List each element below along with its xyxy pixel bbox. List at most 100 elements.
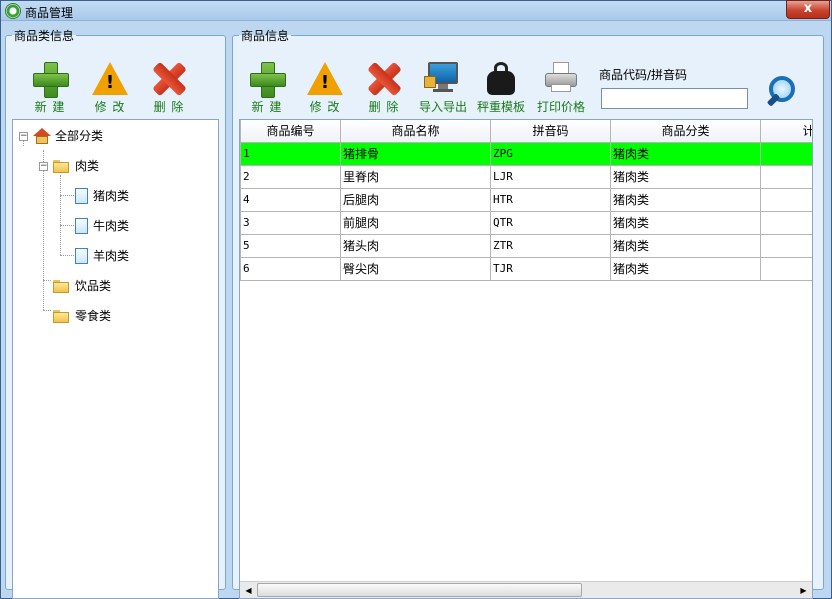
column-header-category[interactable]: 商品分类 [610,120,761,143]
column-header-id[interactable]: 商品编号 [240,120,341,143]
category-new-button[interactable]: 新 建 [22,58,78,114]
category-delete-button[interactable]: 删 除 [141,58,197,114]
plus-icon [250,62,286,98]
tree-node-pork-label: 猪肉类 [93,189,130,203]
folder-icon [53,310,69,323]
search-button[interactable] [765,74,801,110]
category-tree[interactable]: − 全部分类 − 肉类 猪肉类 牛肉类 羊肉类 饮品类 零食类 [12,119,219,599]
cell-name: 里脊肉 [340,164,491,189]
product-edit-button[interactable]: ! 修 改 [297,58,353,114]
document-icon [75,248,88,264]
monitor-icon [424,62,460,94]
cell-pinyin: LJR [490,164,611,189]
import-export-label: 导入导出 [418,100,467,114]
product-grid: 商品编号 商品名称 拼音码 商品分类 计量单 1 猪排骨 ZPG 猪肉类 [240,120,812,281]
import-export-button[interactable]: 导入导出 [415,58,471,114]
cell-pinyin: ZTR [490,233,611,258]
cell-unit [760,164,812,189]
cell-category: 猪肉类 [610,210,761,235]
scroll-left-arrow-icon[interactable]: ◀ [241,583,256,598]
table-row[interactable]: 6 臀尖肉 TJR 猪肉类 [240,256,812,281]
printer-icon [544,62,578,94]
weight-template-button[interactable]: 秤重模板 [473,58,529,114]
cell-category: 猪肉类 [610,233,761,258]
cell-unit [760,210,812,235]
column-header-name[interactable]: 商品名称 [340,120,491,143]
cell-name: 前腿肉 [340,210,491,235]
cell-id: 2 [240,164,341,189]
app-window: 商品管理 x 商品类信息 新 建 ! 修 改 删 除 − 全部分类 − 肉类 猪… [0,0,832,599]
cell-name: 臀尖肉 [340,256,491,281]
category-new-label: 新 建 [34,100,66,114]
cell-id: 1 [240,141,341,166]
cell-category: 猪肉类 [610,164,761,189]
warning-icon: ! [307,62,343,96]
table-row[interactable]: 2 里脊肉 LJR 猪肉类 [240,164,812,189]
category-panel: 商品类信息 新 建 ! 修 改 删 除 − 全部分类 − 肉类 猪肉类 牛肉类 … [5,27,226,599]
tree-node-beef-label: 牛肉类 [93,219,130,233]
tree-node-mutton-label: 羊肉类 [93,249,130,263]
delete-x-icon [367,62,401,96]
cell-unit [760,256,812,281]
cell-id: 4 [240,187,341,212]
collapse-toggle[interactable]: − [39,162,48,171]
horizontal-scrollbar[interactable]: ◀ ▶ [240,581,812,598]
cell-id: 6 [240,256,341,281]
table-row[interactable]: 3 前腿肉 QTR 猪肉类 [240,210,812,235]
document-icon [75,188,88,204]
cell-pinyin: QTR [490,210,611,235]
scrollbar-thumb[interactable] [257,583,582,597]
cell-unit [760,141,812,166]
weight-icon [485,62,517,96]
cell-pinyin: ZPG [490,141,611,166]
product-panel: 商品信息 新 建 ! 修 改 删 除 导入导出 秤重模板 打印价格 商品代码/拼… [232,27,824,599]
warning-icon: ! [92,62,128,96]
tree-node-meat-label: 肉类 [75,159,100,173]
table-row[interactable]: 1 猪排骨 ZPG 猪肉类 [240,141,812,166]
print-price-label: 打印价格 [536,100,585,114]
window-title: 商品管理 [25,6,74,20]
product-edit-label: 修 改 [309,100,341,114]
folder-icon [53,280,69,293]
cell-unit [760,233,812,258]
product-new-button[interactable]: 新 建 [239,58,295,114]
plus-icon [33,62,69,98]
collapse-toggle[interactable]: − [19,132,28,141]
cell-category: 猪肉类 [610,141,761,166]
column-header-pinyin[interactable]: 拼音码 [490,120,611,143]
category-delete-label: 删 除 [153,100,185,114]
home-icon [33,128,51,144]
print-price-button[interactable]: 打印价格 [533,58,589,114]
product-new-label: 新 建 [251,100,283,114]
search-input[interactable] [601,88,748,109]
title-bar[interactable]: 商品管理 x [1,0,831,21]
search-label: 商品代码/拼音码 [599,68,688,82]
weight-template-label: 秤重模板 [476,100,525,114]
category-edit-label: 修 改 [94,100,126,114]
app-logo-icon [5,3,21,19]
close-button[interactable]: x [786,0,830,19]
table-row[interactable]: 5 猪头肉 ZTR 猪肉类 [240,233,812,258]
cell-id: 3 [240,210,341,235]
cell-name: 猪排骨 [340,141,491,166]
category-panel-legend: 商品类信息 [14,29,75,43]
cell-category: 猪肉类 [610,187,761,212]
cell-unit [760,187,812,212]
table-header-row: 商品编号 商品名称 拼音码 商品分类 计量单 [240,120,812,143]
cell-id: 5 [240,233,341,258]
delete-x-icon [152,62,186,96]
cell-name: 猪头肉 [340,233,491,258]
folder-open-icon [53,160,69,173]
table-row[interactable]: 4 后腿肉 HTR 猪肉类 [240,187,812,212]
cell-category: 猪肉类 [610,256,761,281]
product-table[interactable]: 商品编号 商品名称 拼音码 商品分类 计量单 1 猪排骨 ZPG 猪肉类 [239,119,813,599]
category-edit-button[interactable]: ! 修 改 [82,58,138,114]
scroll-right-arrow-icon[interactable]: ▶ [796,583,811,598]
product-delete-label: 删 除 [368,100,400,114]
product-delete-button[interactable]: 删 除 [356,58,412,114]
tree-node-root-label: 全部分类 [55,129,104,143]
document-icon [75,218,88,234]
tree-node-snacks-label: 零食类 [75,309,112,323]
column-header-unit[interactable]: 计量单 [760,120,812,143]
cell-pinyin: TJR [490,256,611,281]
